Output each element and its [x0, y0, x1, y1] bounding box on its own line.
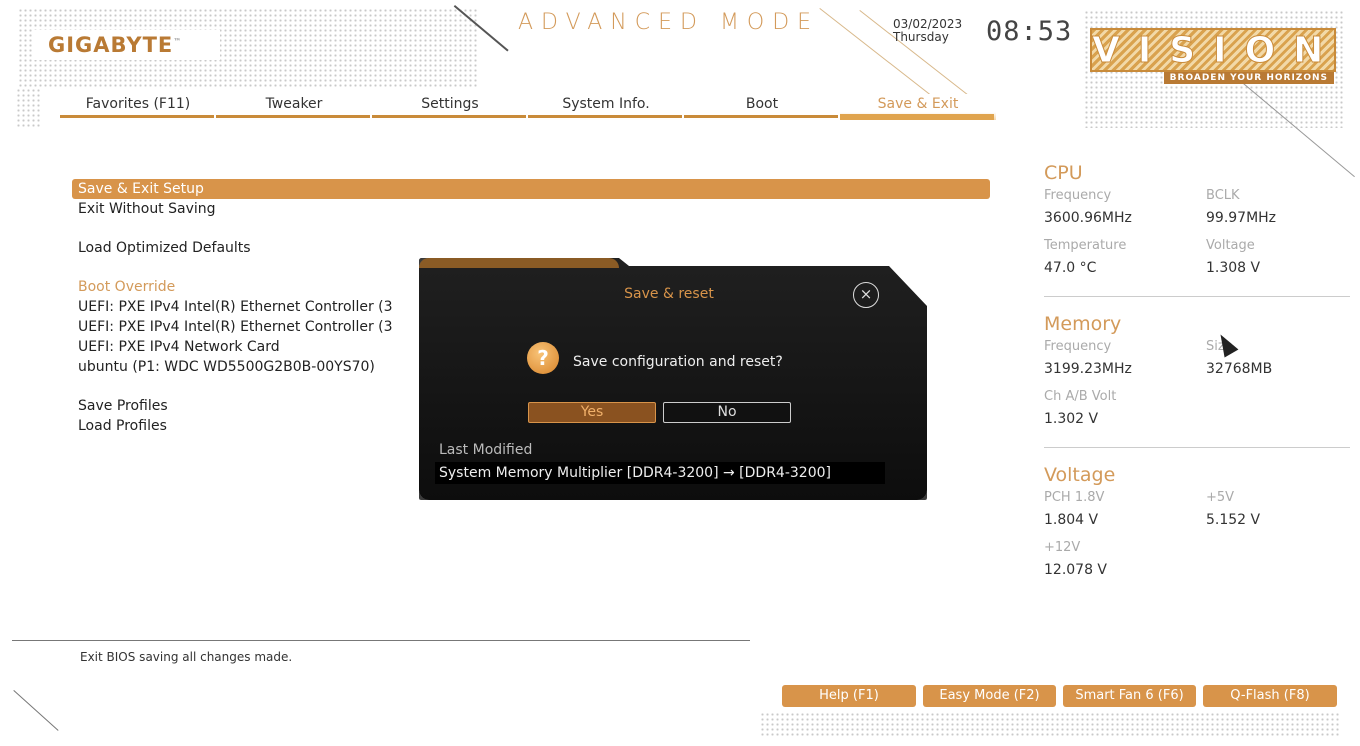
pch-value: 1.804 V: [1044, 512, 1099, 528]
help-text: Exit BIOS saving all changes made.: [80, 650, 293, 664]
easy-mode-button[interactable]: Easy Mode (F2): [923, 685, 1056, 707]
menu-load-optimized-defaults[interactable]: Load Optimized Defaults: [72, 238, 990, 258]
dialog-question: Save configuration and reset?: [573, 354, 783, 370]
tab-save-exit[interactable]: Save & Exit: [840, 94, 996, 120]
vision-tagline: BROADEN YOUR HORIZONS: [1163, 72, 1334, 84]
last-modified-item: System Memory Multiplier [DDR4-3200] → […: [435, 462, 885, 484]
dot-pattern-bottom: [760, 712, 1340, 736]
tab-tweaker[interactable]: Tweaker: [216, 94, 372, 120]
tab-boot[interactable]: Boot: [684, 94, 840, 120]
cpu-frequency-label: Frequency: [1044, 188, 1112, 203]
memory-frequency-value: 3199.23MHz: [1044, 361, 1132, 377]
tab-settings[interactable]: Settings: [372, 94, 528, 120]
question-icon: ?: [527, 342, 559, 374]
main-tabs: Favorites (F11) Tweaker Settings System …: [60, 94, 996, 120]
cpu-temperature-value: 47.0 °C: [1044, 260, 1097, 276]
footer-divider: [12, 640, 750, 641]
voltage-stats: PCH 1.8V +5V 1.804 V 5.152 V +12V 12.078…: [1044, 490, 1350, 588]
cpu-stats: Frequency BCLK 3600.96MHz 99.97MHz Tempe…: [1044, 188, 1350, 286]
tab-favorites[interactable]: Favorites (F11): [60, 94, 216, 120]
save-reset-dialog: Save & reset × ? Save configuration and …: [419, 258, 927, 500]
last-modified-label: Last Modified: [439, 442, 533, 458]
divider: [1044, 447, 1350, 448]
clock: 08:53: [986, 16, 1073, 47]
tab-system-info[interactable]: System Info.: [528, 94, 684, 120]
v12-label: +12V: [1044, 540, 1081, 555]
no-button[interactable]: No: [663, 402, 791, 423]
gigabyte-logo: GIGABYTE™: [34, 30, 220, 60]
cpu-frequency-value: 3600.96MHz: [1044, 210, 1132, 226]
voltage-title: Voltage: [1044, 464, 1116, 486]
v5-label: +5V: [1206, 490, 1235, 505]
deco-line: [13, 690, 59, 731]
hardware-monitor-sidebar: CPU Frequency BCLK 3600.96MHz 99.97MHz T…: [1044, 162, 1350, 588]
divider: [1044, 296, 1350, 297]
memory-chab-value: 1.302 V: [1044, 411, 1099, 427]
memory-chab-label: Ch A/B Volt: [1044, 389, 1117, 404]
v5-value: 5.152 V: [1206, 512, 1261, 528]
help-button[interactable]: Help (F1): [782, 685, 916, 707]
dialog-tab-decoration: [419, 258, 619, 268]
dialog-title: Save & reset: [624, 286, 714, 302]
vision-logo: VISION BROADEN YOUR HORIZONS: [1090, 28, 1336, 84]
cpu-title: CPU: [1044, 162, 1083, 184]
cpu-bclk-value: 99.97MHz: [1206, 210, 1277, 226]
q-flash-button[interactable]: Q-Flash (F8): [1203, 685, 1337, 707]
brand-tm: ™: [173, 37, 183, 46]
brand-name: GIGABYTE: [48, 33, 174, 57]
weekday: Thursday: [893, 30, 949, 44]
vision-word: VISION: [1090, 28, 1342, 72]
function-key-bar: Help (F1) Easy Mode (F2) Smart Fan 6 (F6…: [782, 685, 1337, 707]
dot-pattern-left: [16, 88, 40, 128]
close-icon[interactable]: ×: [853, 282, 879, 308]
v12-value: 12.078 V: [1044, 562, 1108, 578]
memory-size-value: 32768MB: [1206, 361, 1273, 377]
date-display: 03/02/2023 Thursday: [893, 18, 962, 44]
cpu-temperature-label: Temperature: [1044, 238, 1127, 253]
memory-frequency-label: Frequency: [1044, 339, 1112, 354]
memory-title: Memory: [1044, 313, 1122, 335]
menu-exit-without-saving[interactable]: Exit Without Saving: [72, 199, 990, 219]
cpu-voltage-value: 1.308 V: [1206, 260, 1261, 276]
cpu-bclk-label: BCLK: [1206, 188, 1240, 203]
menu-save-exit-setup[interactable]: Save & Exit Setup: [72, 179, 990, 199]
smart-fan-button[interactable]: Smart Fan 6 (F6): [1063, 685, 1196, 707]
pch-label: PCH 1.8V: [1044, 490, 1105, 505]
cpu-voltage-label: Voltage: [1206, 238, 1255, 253]
advanced-mode-title: ADVANCED MODE: [518, 10, 820, 35]
yes-button[interactable]: Yes: [528, 402, 656, 423]
memory-stats: Frequency Size 3199.23MHz 32768MB Ch A/B…: [1044, 339, 1350, 437]
